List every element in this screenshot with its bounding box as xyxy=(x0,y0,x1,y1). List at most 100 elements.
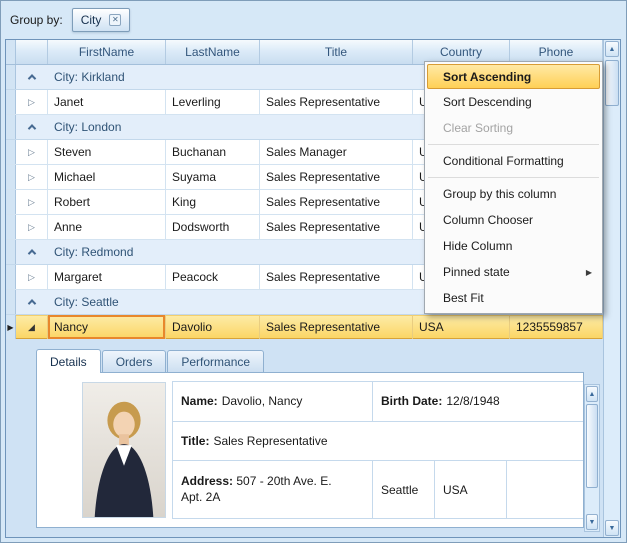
field-filler xyxy=(507,461,583,518)
expand-detail-button[interactable]: ▷ xyxy=(16,215,48,239)
field-address: Address: 507 - 20th Ave. E. Apt. 2A xyxy=(173,461,373,519)
collapse-group-button[interactable] xyxy=(16,290,48,314)
menu-item-label: Best Fit xyxy=(443,291,484,305)
expand-detail-button[interactable]: ▷ xyxy=(16,190,48,214)
cell-firstname[interactable]: Anne xyxy=(48,215,166,239)
menu-item-hide-column[interactable]: Hide Column xyxy=(427,233,600,259)
grid-scroll-down-button[interactable]: ▼ xyxy=(605,520,619,536)
cell-lastname[interactable]: Suyama xyxy=(166,165,260,189)
employee-photo xyxy=(82,382,166,518)
cell-lastname[interactable]: King xyxy=(166,190,260,214)
detail-scroll-thumb[interactable] xyxy=(586,404,598,488)
expand-detail-button[interactable]: ▷ xyxy=(16,90,48,114)
group-chip-label: City xyxy=(80,13,102,27)
tab-details[interactable]: Details xyxy=(36,349,101,373)
grid-scrollbar[interactable]: ▲ ▼ xyxy=(603,40,620,537)
cell-title[interactable]: Sales Representative xyxy=(260,165,413,189)
group-by-panel: Group by: City ✕ xyxy=(1,1,626,39)
country-value: USA xyxy=(443,482,468,497)
detail-scroll-up-button[interactable]: ▲ xyxy=(586,386,598,402)
cell-title[interactable]: Sales Representative xyxy=(260,90,413,114)
cell-firstname[interactable]: Nancy xyxy=(48,315,166,339)
title-value: Sales Representative xyxy=(213,433,328,448)
tab-performance[interactable]: Performance xyxy=(167,350,265,372)
grid-scroll-up-button[interactable]: ▲ xyxy=(605,41,619,57)
row-indicator xyxy=(6,215,16,239)
collapse-group-button[interactable] xyxy=(16,240,48,264)
cell-firstname[interactable]: Margaret xyxy=(48,265,166,289)
field-row-title: Title: Sales Representative xyxy=(173,422,583,462)
field-name: Name: Davolio, Nancy xyxy=(173,382,373,421)
address-label: Address: xyxy=(181,473,234,488)
menu-item-sort-descending[interactable]: Sort Descending xyxy=(427,89,600,115)
menu-item-column-chooser[interactable]: Column Chooser xyxy=(427,207,600,233)
cell-title[interactable]: Sales Representative xyxy=(260,215,413,239)
expand-detail-button[interactable]: ▷ xyxy=(16,265,48,289)
cell-title[interactable]: Sales Representative xyxy=(260,265,413,289)
cell-title[interactable]: Sales Representative xyxy=(260,190,413,214)
city-value: Seattle xyxy=(381,482,419,497)
detail-scroll-track[interactable] xyxy=(585,403,599,513)
tab-orders[interactable]: Orders xyxy=(101,350,167,372)
remove-group-icon[interactable]: ✕ xyxy=(109,14,122,26)
cell-lastname[interactable]: Leverling xyxy=(166,90,260,114)
expand-detail-button[interactable]: ▷ xyxy=(16,140,48,164)
cell-firstname[interactable]: Janet xyxy=(48,90,166,114)
menu-item-conditional-formatting[interactable]: Conditional Formatting xyxy=(427,148,600,174)
menu-item-label: Hide Column xyxy=(443,239,513,253)
collapse-group-button[interactable] xyxy=(16,115,48,139)
menu-separator xyxy=(428,177,599,178)
detail-scrollbar[interactable]: ▲ ▼ xyxy=(584,384,600,532)
row-indicator xyxy=(6,240,16,264)
row-indicator xyxy=(6,115,16,139)
field-row-address: Address: 507 - 20th Ave. E. Apt. 2A Seat… xyxy=(173,461,583,520)
header-expand-cell xyxy=(16,40,48,64)
cell-lastname[interactable]: Davolio xyxy=(166,315,260,339)
menu-item-pinned-state[interactable]: Pinned state ▶ xyxy=(427,259,600,285)
detail-scroll-down-button[interactable]: ▼ xyxy=(586,514,598,530)
row-indicator xyxy=(6,90,16,114)
cell-phone[interactable]: 1235559857 xyxy=(510,315,603,339)
group-label: City: Kirkland xyxy=(54,70,125,84)
collapse-group-button[interactable] xyxy=(16,65,48,89)
group-chip-city[interactable]: City ✕ xyxy=(71,8,131,32)
cell-lastname[interactable]: Peacock xyxy=(166,265,260,289)
menu-item-clear-sorting: Clear Sorting xyxy=(427,115,600,141)
cell-country[interactable]: USA xyxy=(413,315,510,339)
cell-title[interactable]: Sales Representative xyxy=(260,315,413,339)
chevron-up-icon xyxy=(27,299,37,308)
expand-detail-button[interactable]: ▷ xyxy=(16,165,48,189)
grid-scroll-thumb[interactable] xyxy=(605,60,619,106)
cell-lastname[interactable]: Dodsworth xyxy=(166,215,260,239)
expand-detail-icon: ▷ xyxy=(28,96,35,107)
expand-detail-icon: ▷ xyxy=(28,271,35,282)
column-header-lastname[interactable]: LastName xyxy=(166,40,260,64)
menu-item-sort-ascending[interactable]: Sort Ascending xyxy=(427,64,600,89)
group-label: City: Redmond xyxy=(54,245,134,259)
cell-firstname[interactable]: Robert xyxy=(48,190,166,214)
data-row[interactable]: ▶ ◢ Nancy Davolio Sales Representative USA 123… xyxy=(6,315,603,340)
field-birthdate: Birth Date: 12/8/1948 xyxy=(373,382,583,421)
name-value: Davolio, Nancy xyxy=(221,394,303,409)
menu-item-label: Group by this column xyxy=(443,187,557,201)
cell-title[interactable]: Sales Manager xyxy=(260,140,413,164)
row-indicator xyxy=(6,140,16,164)
column-header-firstname[interactable]: FirstName xyxy=(48,40,166,64)
cell-lastname[interactable]: Buchanan xyxy=(166,140,260,164)
column-header-title[interactable]: Title xyxy=(260,40,413,64)
menu-item-best-fit[interactable]: Best Fit xyxy=(427,285,600,311)
chevron-up-icon xyxy=(27,124,37,133)
chevron-up-icon xyxy=(27,249,37,258)
name-label: Name: xyxy=(181,394,218,409)
field-city: Seattle xyxy=(373,461,435,519)
menu-item-label: Column Chooser xyxy=(443,213,534,227)
employee-grid-window: { "group_panel": { "label": "Group by:",… xyxy=(0,0,627,543)
expand-detail-icon: ▷ xyxy=(28,171,35,182)
menu-item-group-by-this-column[interactable]: Group by this column xyxy=(427,181,600,207)
menu-item-label: Sort Descending xyxy=(443,95,532,109)
expand-detail-button[interactable]: ◢ xyxy=(16,315,48,339)
cell-firstname[interactable]: Steven xyxy=(48,140,166,164)
grid-scroll-track[interactable] xyxy=(604,58,620,519)
title-label: Title: xyxy=(181,433,210,448)
cell-firstname[interactable]: Michael xyxy=(48,165,166,189)
